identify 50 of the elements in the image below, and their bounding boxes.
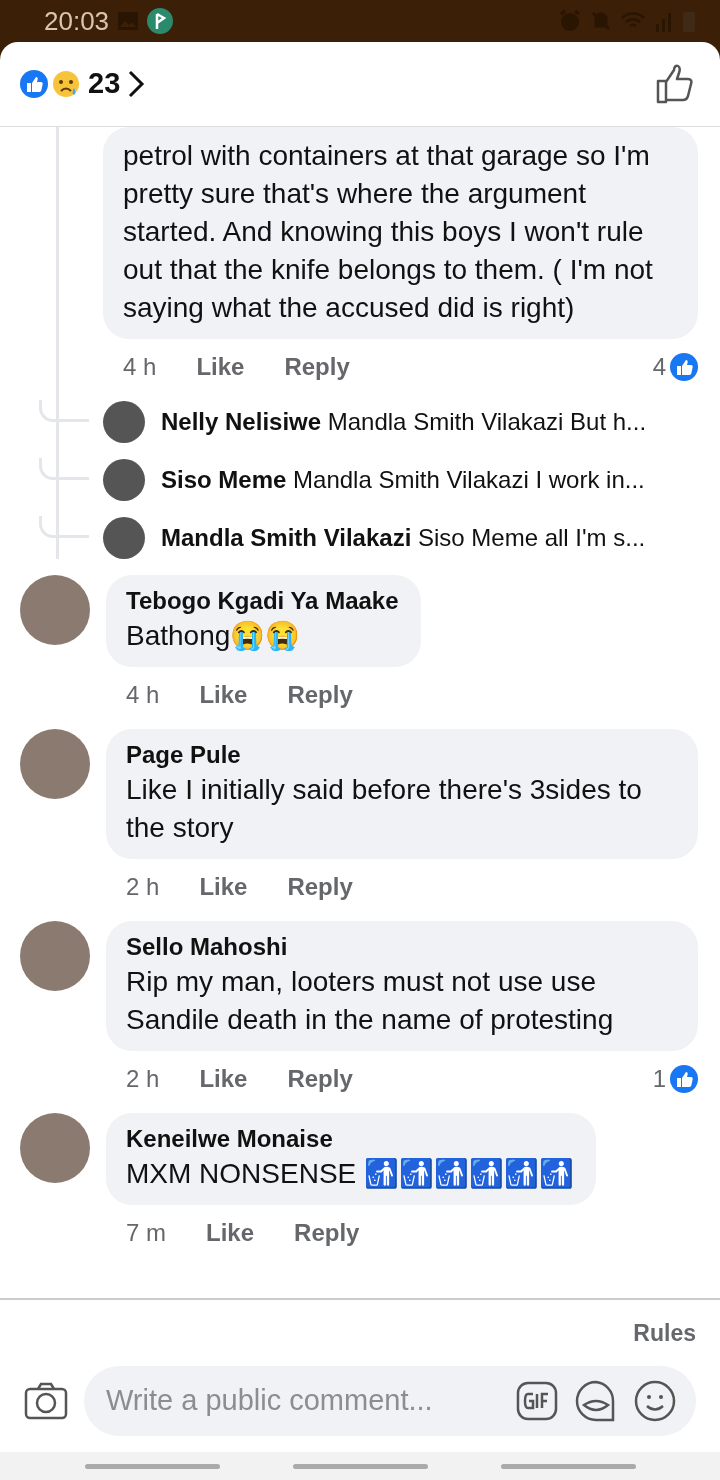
like-count: 4 — [652, 352, 666, 382]
app-icon — [147, 8, 174, 34]
like-link[interactable]: Like — [199, 1061, 248, 1097]
comment-input[interactable]: Write a public comment... — [104, 1378, 500, 1424]
commenter-name[interactable]: Sello Mahoshi — [126, 931, 676, 963]
like-link[interactable]: Like — [206, 1215, 255, 1251]
like-link[interactable]: Like — [199, 869, 248, 905]
nav-handle[interactable] — [84, 1463, 220, 1469]
rules-link[interactable]: Rules — [633, 1315, 696, 1350]
commenter-name[interactable]: Tebogo Kgadi Ya Maake — [126, 585, 399, 617]
like-reaction-icon — [670, 353, 698, 381]
like-count: 1 — [652, 1064, 666, 1094]
camera-icon[interactable] — [24, 1382, 68, 1420]
avatar[interactable] — [103, 401, 145, 443]
avatar[interactable] — [103, 517, 145, 559]
comment-time: 2 h — [126, 1064, 160, 1094]
reply-link[interactable]: Reply — [294, 1215, 360, 1251]
comment-text: MXM NONSENSE 🚮🚮🚮🚮🚮🚮 — [126, 1157, 575, 1191]
comment-time: 4 h — [123, 352, 157, 382]
comment-text: Like I initially said before there's 3sides to the story — [126, 773, 643, 845]
comment-text: petrol with containers at that garage so I'm pretty sure that's where the argument started. And knowing this boys I won't rule out that the knife belongs to them. ( I'm not saying what the accused did is right) — [123, 139, 654, 325]
nav-handle[interactable] — [500, 1463, 636, 1469]
commenter-name[interactable]: Page Pule — [126, 739, 676, 771]
thumbs-up-icon — [656, 64, 694, 104]
comment-field[interactable]: Write a public comment... — [84, 1366, 696, 1436]
avatar[interactable] — [103, 459, 145, 501]
reply-link[interactable]: Reply — [287, 677, 353, 713]
commenter-name[interactable]: Keneilwe Monaise — [126, 1123, 575, 1155]
sad-reaction-icon — [52, 70, 80, 98]
like-reaction-icon — [20, 70, 48, 98]
emoji-icon[interactable] — [634, 1380, 676, 1422]
comment-time: 4 h — [126, 680, 160, 710]
reply-link[interactable]: Reply — [284, 349, 350, 385]
reply-preview[interactable]: Nelly Nelisiwe Mandla Smith Vilakazi But h... — [161, 404, 647, 440]
comment-text: Bathong😭😭 — [126, 619, 301, 653]
comment-time: 2 h — [126, 872, 160, 902]
reply-preview[interactable]: Mandla Smith Vilakazi Siso Meme all I'm s... — [161, 520, 646, 556]
like-button[interactable] — [656, 64, 694, 104]
like-reaction-icon — [670, 1065, 698, 1093]
like-link[interactable]: Like — [199, 677, 248, 713]
comment-text: Rip my man, looters must not use use Sandile death in the name of protesting — [126, 965, 615, 1037]
clock-time: 20:03 — [44, 4, 110, 38]
like-link[interactable]: Like — [196, 349, 245, 385]
comment-time: 7 m — [126, 1218, 166, 1248]
reply-link[interactable]: Reply — [287, 1061, 353, 1097]
reactions-button[interactable]: 23 — [20, 62, 147, 106]
gif-icon[interactable] — [516, 1381, 558, 1421]
reply-preview[interactable]: Siso Meme Mandla Smith Vilakazi I work in... — [161, 462, 645, 498]
nav-handle[interactable] — [292, 1463, 428, 1469]
reply-link[interactable]: Reply — [287, 869, 353, 905]
